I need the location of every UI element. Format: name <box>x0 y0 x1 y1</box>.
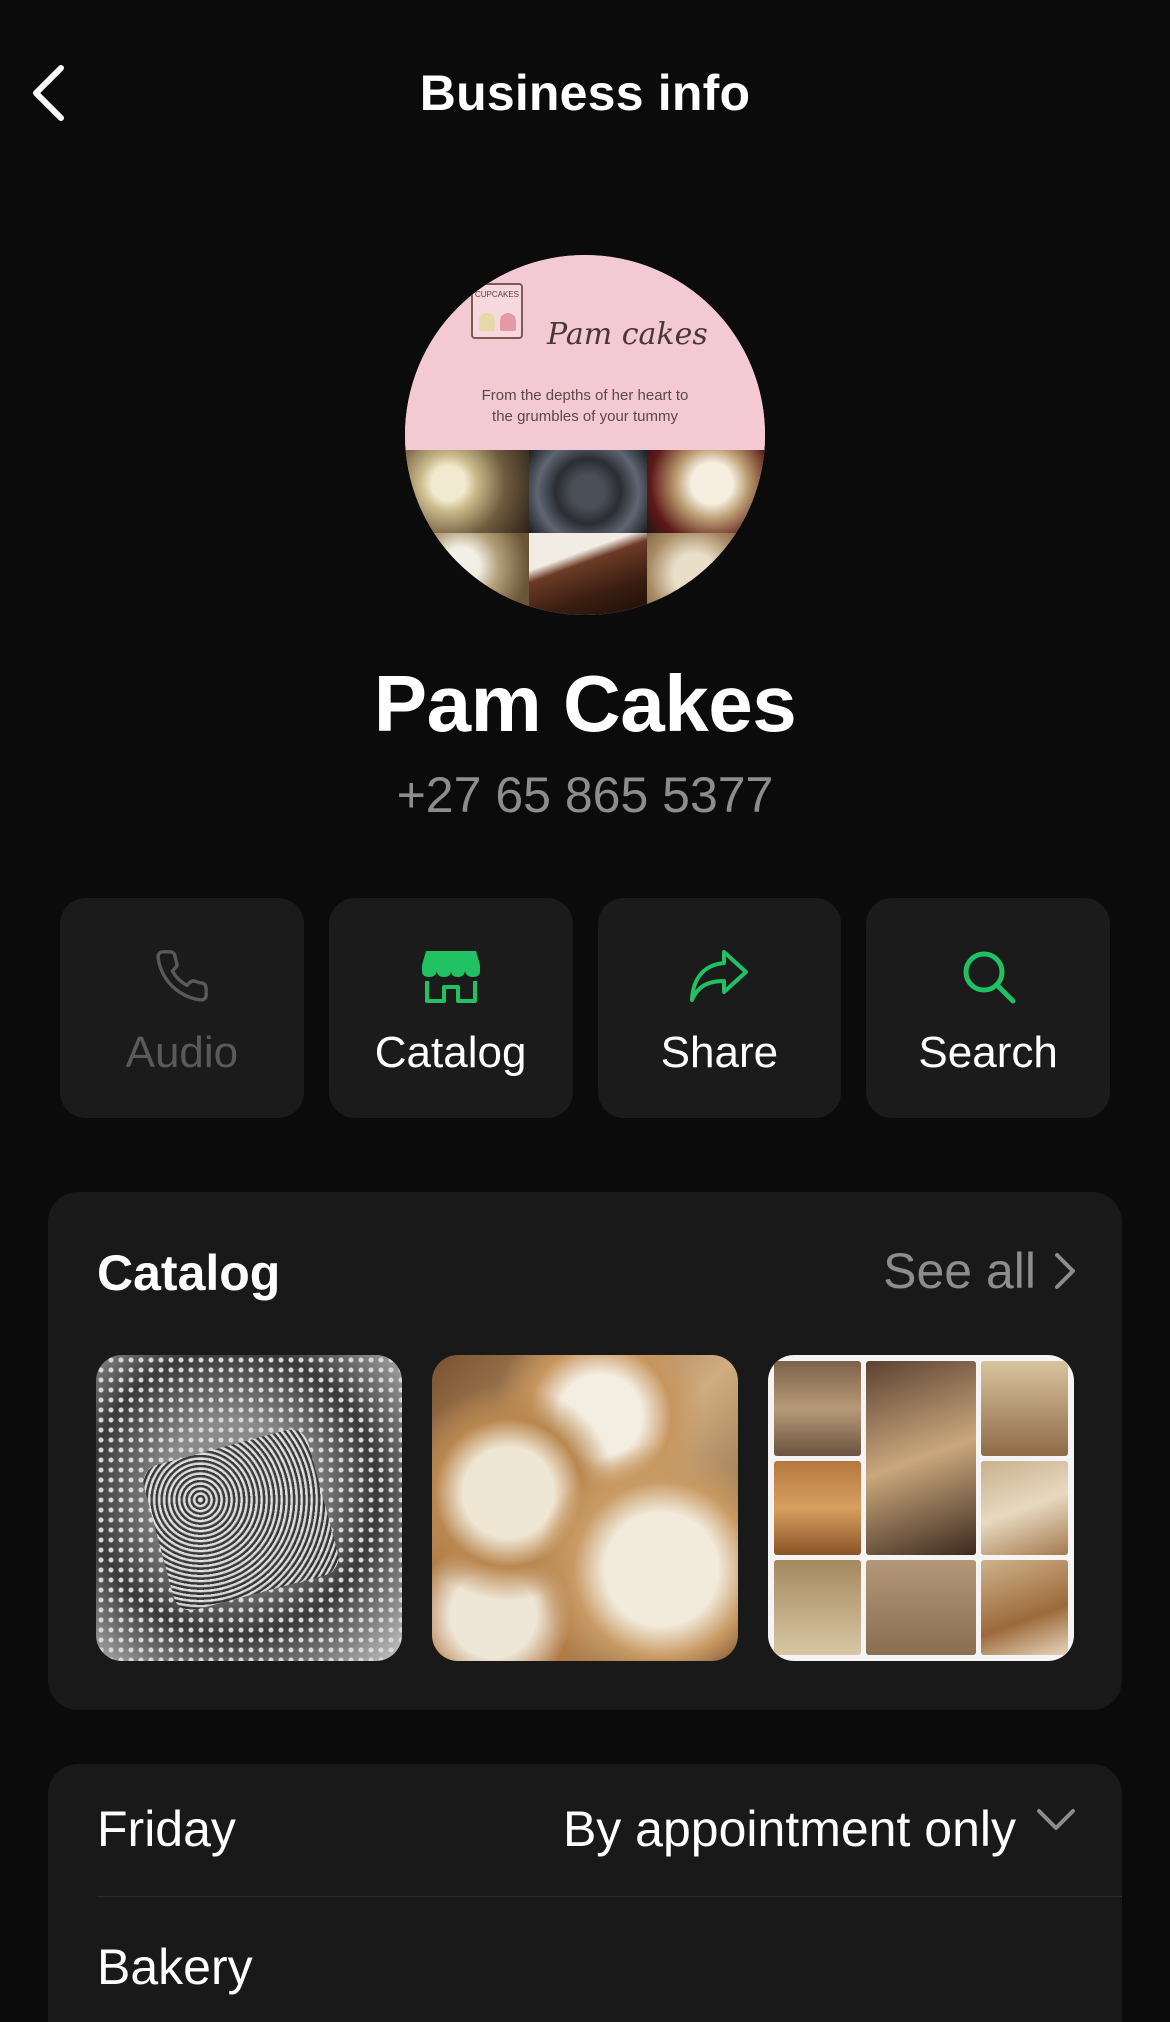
cookie-box-photo <box>866 1361 976 1556</box>
cupcake-photo <box>405 450 529 533</box>
catalog-label: Catalog <box>374 1028 527 1077</box>
see-all-label: See all <box>883 1243 1036 1299</box>
catalog-item-lamingtons[interactable] <box>96 1355 402 1661</box>
cupcake-photo <box>646 532 765 615</box>
avatar-photo-collage <box>405 450 765 615</box>
cupcake-photo <box>528 450 647 533</box>
catalog-item-cinnamon-buns[interactable] <box>432 1355 738 1661</box>
business-details-section: Friday By appointment only Bakery <box>48 1764 1122 2022</box>
share-label: Share <box>660 1028 779 1077</box>
header: Business info <box>0 0 1170 190</box>
cookie-box-photo <box>980 1560 1068 1655</box>
cookie-box-photo <box>866 1560 976 1655</box>
share-arrow-icon <box>690 950 749 1002</box>
storefront-icon <box>421 951 480 1003</box>
page-title: Business info <box>419 65 751 121</box>
cupcake-icon <box>479 313 495 331</box>
cookie-box-photo <box>774 1460 862 1556</box>
search-label: Search <box>918 1028 1058 1077</box>
catalog-item-cookie-boxes[interactable] <box>768 1355 1074 1661</box>
chevron-down-icon <box>1037 1809 1075 1830</box>
cupcake-photo <box>405 532 529 615</box>
business-name: Pam Cakes <box>373 659 797 748</box>
business-category: Bakery <box>97 1939 253 1995</box>
cookie-box-photo <box>980 1361 1068 1456</box>
avatar-brand-text: Pam cakes <box>547 317 708 352</box>
cupcake-box-logo: CUPCAKES <box>471 283 523 339</box>
chevron-right-icon <box>1055 1253 1075 1289</box>
avatar-tagline: From the depths of her heart to the grum… <box>481 387 689 425</box>
hours-status: By appointment only <box>562 1801 1016 1857</box>
catalog-section: Catalog See all <box>48 1192 1122 1710</box>
catalog-title: Catalog <box>97 1245 281 1301</box>
cupcake-photo <box>646 450 765 533</box>
search-button[interactable]: Search <box>866 898 1110 1118</box>
catalog-items <box>96 1355 1074 1661</box>
cookie-box-photo <box>774 1560 862 1655</box>
audio-label: Audio <box>125 1028 239 1077</box>
share-button[interactable]: Share <box>597 898 842 1118</box>
business-hours-row[interactable]: Friday By appointment only <box>97 1764 1122 1897</box>
cake-slice-photo <box>528 532 647 615</box>
hours-day: Friday <box>97 1801 236 1857</box>
action-buttons: Audio Catalog Share Search <box>60 898 1110 1118</box>
cookie-box-photo <box>980 1460 1068 1556</box>
phone-icon <box>156 950 208 1002</box>
cupcake-icon <box>500 313 516 331</box>
cookie-box-photo <box>774 1361 862 1456</box>
catalog-button[interactable]: Catalog <box>328 898 573 1118</box>
audio-call-button[interactable]: Audio <box>60 898 304 1118</box>
search-icon <box>963 951 1016 1004</box>
avatar-banner: CUPCAKES Pam cakes From the depths of he… <box>405 255 765 450</box>
see-all-link[interactable]: See all <box>883 1242 1076 1300</box>
business-phone: +27 65 865 5377 <box>396 767 774 823</box>
business-info-screen: Business info CUPCAKES Pam cakes From th… <box>0 0 1170 2022</box>
business-avatar[interactable]: CUPCAKES Pam cakes From the depths of he… <box>405 255 765 615</box>
